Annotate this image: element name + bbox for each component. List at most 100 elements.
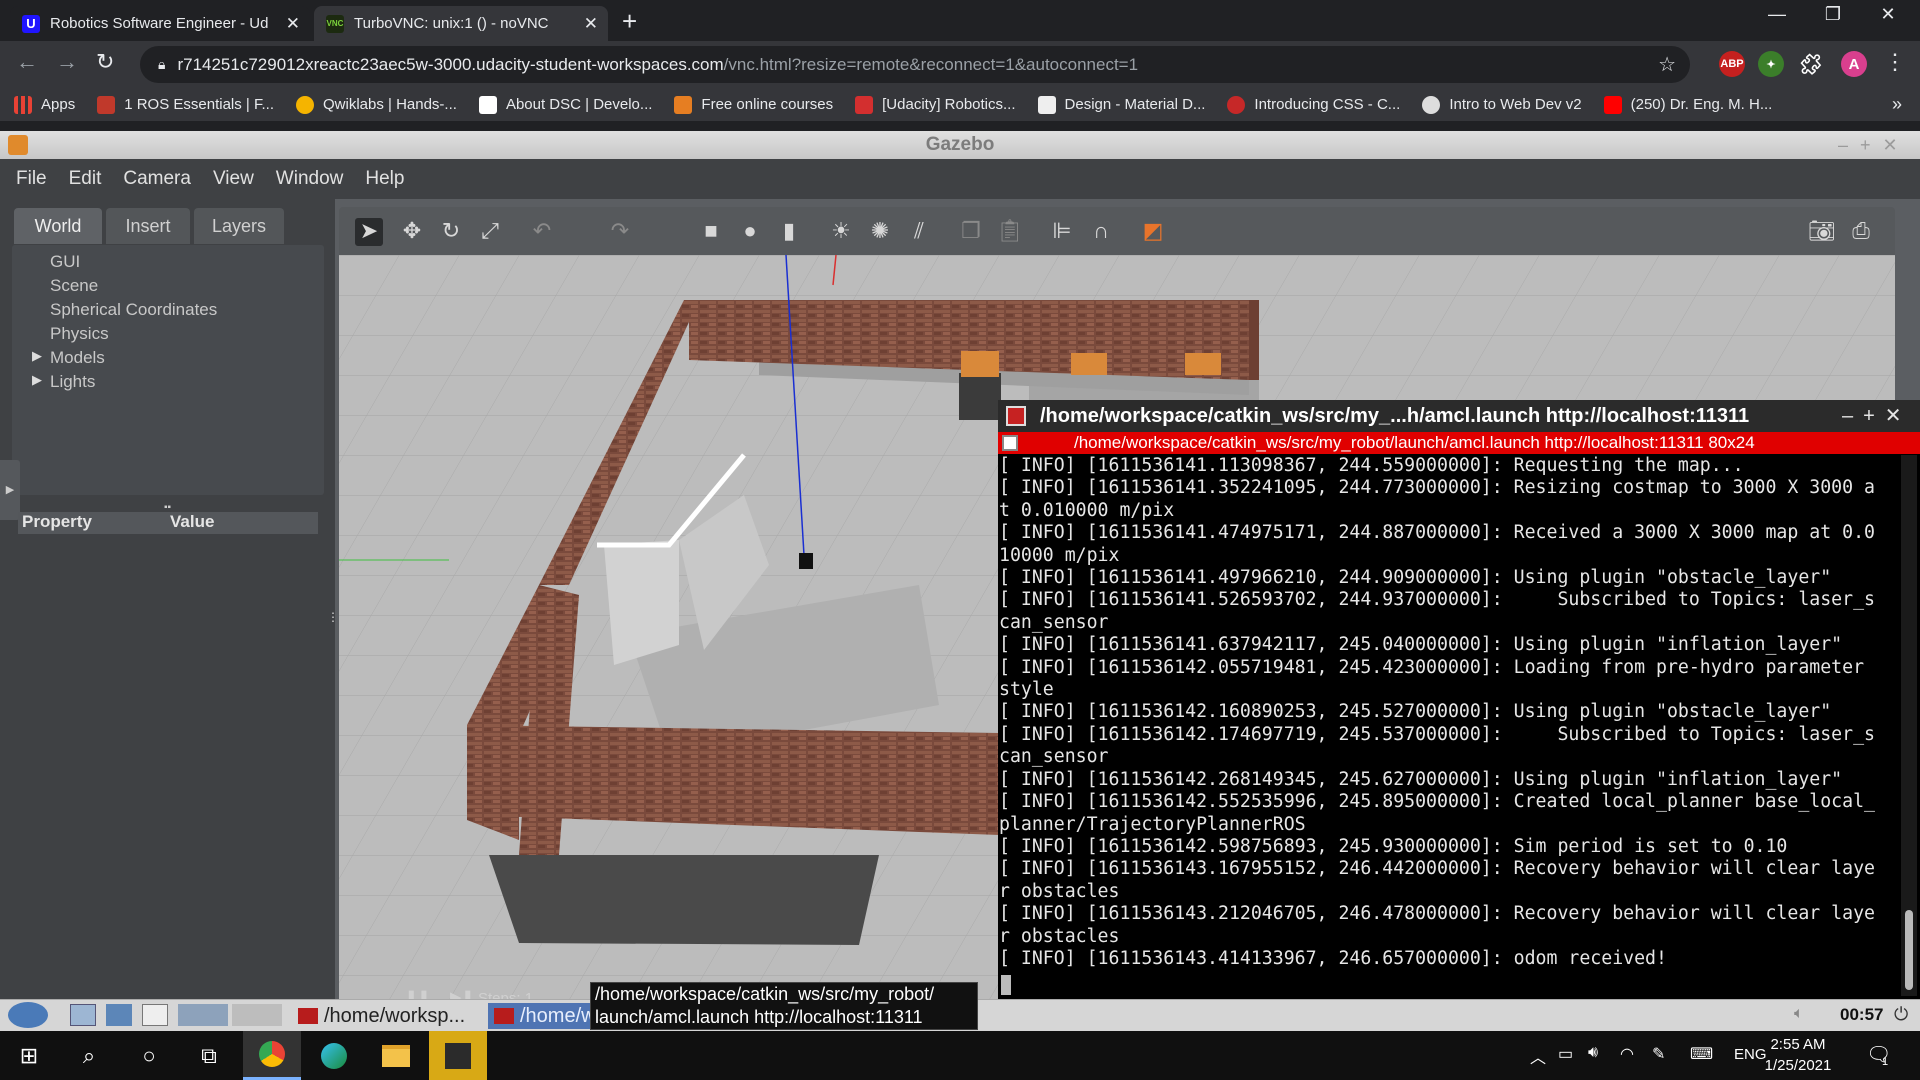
tree-item-physics[interactable]: Physics xyxy=(50,324,109,344)
expand-arrow-icon[interactable]: ▶ xyxy=(32,348,42,364)
kebab-menu-icon[interactable]: ⋮ xyxy=(1884,49,1906,75)
snap-icon[interactable]: ∩ xyxy=(1087,218,1115,246)
select-mode-icon[interactable]: ➤ xyxy=(355,218,383,246)
system-clock[interactable]: 2:55 AM 1/25/2021 xyxy=(1758,1034,1838,1076)
tab-turbovnc[interactable]: VNC TurboVNC: unix:1 () - noVNC ✕ xyxy=(314,6,608,41)
panel-collapse-handle[interactable]: ▶ xyxy=(0,460,20,520)
rotate-mode-icon[interactable]: ↻ xyxy=(437,218,465,246)
menu-file[interactable]: File xyxy=(16,168,47,190)
scale-mode-icon[interactable]: ⤢ xyxy=(476,218,504,246)
tree-item-spherical-coordinates[interactable]: Spherical Coordinates xyxy=(50,300,217,320)
terminal-line: [ INFO] [1611536143.167955152, 246.44200… xyxy=(999,858,1875,880)
tab-udacity[interactable]: U Robotics Software Engineer - Ud ✕ xyxy=(10,6,310,41)
box-shape-icon[interactable]: ■ xyxy=(697,218,725,246)
cortana-icon[interactable]: ○ xyxy=(120,1031,178,1080)
terminal-window-controls[interactable]: –+✕ xyxy=(1842,400,1912,432)
terminal-line: [ INFO] [1611536142.598756893, 245.93000… xyxy=(999,835,1788,857)
panel-splitter-handle[interactable]: ⋮ xyxy=(327,610,339,624)
new-tab-button[interactable]: + xyxy=(622,6,637,37)
back-icon[interactable]: ← xyxy=(16,49,38,75)
tree-item-lights[interactable]: Lights xyxy=(50,372,95,392)
bookmark-item[interactable]: About DSC | Develo... xyxy=(478,95,652,114)
taskbar-terminal-1[interactable]: /home/worksp... xyxy=(298,1003,465,1029)
menu-edit[interactable]: Edit xyxy=(69,168,102,190)
window-icon[interactable] xyxy=(142,1004,168,1026)
bookmark-item[interactable]: 1 ROS Essentials | F... xyxy=(97,95,274,114)
show-hidden-icons[interactable]: ︿ xyxy=(1530,1044,1546,1068)
tab-layers[interactable]: Layers xyxy=(194,208,284,244)
star-icon[interactable]: ☆ xyxy=(1658,52,1676,77)
menu-camera[interactable]: Camera xyxy=(123,168,191,190)
bookmark-item[interactable]: Intro to Web Dev v2 xyxy=(1422,95,1582,114)
tab-world[interactable]: World xyxy=(14,208,102,244)
start-menu-icon[interactable] xyxy=(8,1002,48,1028)
power-icon[interactable]: ⏻ xyxy=(1894,1004,1908,1025)
undo-icon[interactable]: ↶ xyxy=(528,218,556,246)
wifi-icon[interactable]: ◠ xyxy=(1620,1044,1634,1064)
terminal-line: can_sensor xyxy=(999,746,1109,768)
bookmark-item[interactable]: Introducing CSS - C... xyxy=(1227,95,1400,114)
redo-icon[interactable]: ↷ xyxy=(606,218,634,246)
tab-insert[interactable]: Insert xyxy=(106,208,190,244)
translate-mode-icon[interactable]: ✥ xyxy=(398,218,426,246)
close-icon[interactable]: ✕ xyxy=(286,14,300,34)
close-icon[interactable]: ✕ xyxy=(584,14,598,34)
windows-start-icon[interactable]: ⊞ xyxy=(0,1031,58,1080)
tree-item-scene[interactable]: Scene xyxy=(50,276,98,296)
point-light-icon[interactable]: ☀ xyxy=(827,218,855,246)
blank-task[interactable] xyxy=(232,1004,282,1026)
forward-icon[interactable]: → xyxy=(56,49,78,75)
bookmark-item[interactable]: Design - Material D... xyxy=(1037,95,1205,114)
bookmark-item[interactable]: Free online courses xyxy=(674,95,833,114)
menu-help[interactable]: Help xyxy=(365,168,404,190)
paste-icon[interactable]: 📋︎ xyxy=(996,218,1024,246)
address-bar[interactable]: 🔒︎ r714251c729012xreactc23aec5w-3000.uda… xyxy=(140,46,1690,83)
scrollbar-thumb[interactable] xyxy=(1905,910,1913,990)
menu-view[interactable]: View xyxy=(213,168,254,190)
menu-window[interactable]: Window xyxy=(276,168,344,190)
gazebo-window-controls[interactable]: –+✕ xyxy=(1838,131,1910,159)
align-icon[interactable]: ⊫ xyxy=(1048,218,1076,246)
file-explorer-icon[interactable] xyxy=(367,1031,425,1080)
battery-icon[interactable]: ▭ xyxy=(1558,1044,1573,1064)
sphere-shape-icon[interactable]: ● xyxy=(736,218,764,246)
pen-icon[interactable]: ✎ xyxy=(1652,1044,1665,1064)
restore-icon[interactable]: ❐ xyxy=(1811,4,1855,25)
screenshot-icon[interactable]: 📷︎ xyxy=(1808,218,1836,246)
bookmark-item[interactable]: [Udacity] Robotics... xyxy=(855,95,1016,114)
puzzle-icon[interactable]: 🧩︎ xyxy=(1798,51,1824,77)
minimize-icon[interactable]: — xyxy=(1755,4,1799,25)
cylinder-shape-icon[interactable]: ▮ xyxy=(775,218,803,246)
avatar[interactable]: A xyxy=(1841,51,1867,77)
reload-icon[interactable]: ↻ xyxy=(96,49,114,75)
speaker-icon[interactable]: 🔊︎ xyxy=(1588,1044,1598,1062)
view-angle-icon[interactable]: ◩ xyxy=(1139,218,1167,246)
record-icon[interactable]: ⎙ xyxy=(1847,218,1875,246)
file-manager-icon[interactable] xyxy=(70,1004,96,1026)
spot-light-icon[interactable]: ✺ xyxy=(866,218,894,246)
edge-icon[interactable] xyxy=(305,1031,363,1080)
search-icon[interactable]: ⌕ xyxy=(60,1031,118,1080)
task-view-icon[interactable]: ⧉ xyxy=(180,1031,238,1080)
tree-item-models[interactable]: Models xyxy=(50,348,105,368)
volume-icon[interactable]: 🔈︎ xyxy=(1794,1005,1804,1023)
expand-arrow-icon[interactable]: ▶ xyxy=(32,372,42,388)
copy-icon[interactable]: ❐ xyxy=(957,218,985,246)
terminal-scrollbar[interactable] xyxy=(1901,455,1917,996)
keyboard-icon[interactable]: ⌨ xyxy=(1690,1044,1713,1064)
gazebo-task-icon[interactable] xyxy=(178,1004,228,1026)
bookmark-item[interactable]: Qwiklabs | Hands-... xyxy=(295,95,457,114)
tree-item-gui[interactable]: GUI xyxy=(50,252,80,272)
app-icon[interactable] xyxy=(429,1031,487,1080)
adblock-icon[interactable]: ABP xyxy=(1719,51,1745,77)
extension-icon[interactable]: ✦ xyxy=(1758,51,1784,77)
taskbar-terminal-2[interactable]: /home/w xyxy=(488,1003,598,1029)
chrome-icon[interactable] xyxy=(243,1031,301,1080)
bookmark-apps[interactable]: Apps xyxy=(14,95,75,114)
terminal-line: [ INFO] [1611536141.474975171, 244.88700… xyxy=(999,522,1875,544)
more-bookmarks-icon[interactable]: » xyxy=(1892,94,1902,115)
directional-light-icon[interactable]: ⫽ xyxy=(905,218,933,246)
bookmark-item[interactable]: (250) Dr. Eng. M. H... xyxy=(1603,95,1772,114)
network-icon[interactable] xyxy=(106,1004,132,1026)
close-window-icon[interactable]: ✕ xyxy=(1866,4,1910,25)
